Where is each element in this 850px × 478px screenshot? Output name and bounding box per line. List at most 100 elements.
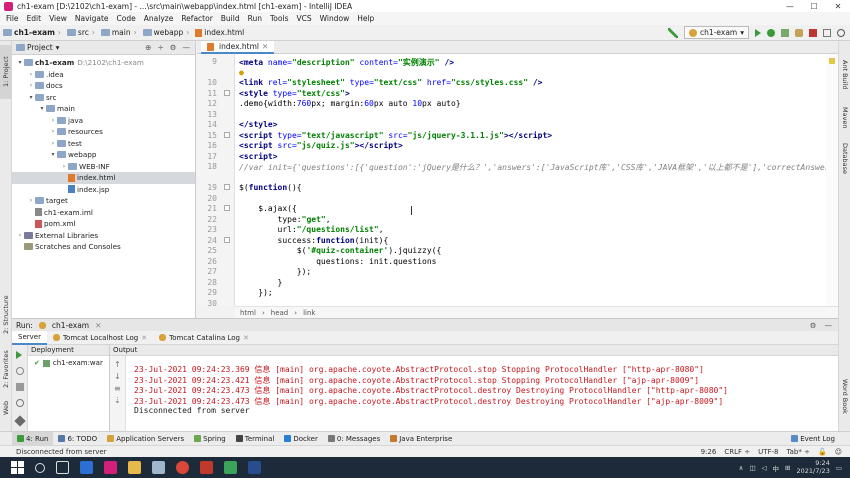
bottom-tab[interactable]: Java Enterprise — [385, 432, 457, 446]
tree-item[interactable]: › java — [12, 115, 195, 127]
hide-icon[interactable]: — — [825, 321, 833, 330]
wrap-icon[interactable]: ≡ — [114, 384, 121, 393]
code-line[interactable]: type:"get", — [239, 215, 331, 224]
run-config-selector[interactable]: ch1-exam ▾ — [684, 26, 749, 39]
code-editor[interactable]: <meta name="description" content="实例演示" … — [235, 54, 838, 306]
task-view-icon[interactable] — [56, 461, 69, 474]
code-line[interactable]: ● — [239, 68, 244, 77]
project-structure-icon[interactable] — [823, 28, 831, 37]
menu-analyze[interactable]: Analyze — [140, 14, 178, 23]
maximize-icon[interactable]: ☐ — [802, 0, 826, 12]
menu-navigate[interactable]: Navigate — [71, 14, 113, 23]
code-line[interactable]: <link rel="stylesheet" type="text/css" h… — [239, 78, 543, 87]
code-line[interactable]: $('#quiz-container').jquizzy({ — [239, 246, 442, 255]
locate-icon[interactable]: ⊕ — [145, 43, 151, 52]
breadcrumb-item[interactable]: main › — [100, 28, 140, 37]
chevron-down-icon[interactable]: ▾ — [49, 151, 57, 158]
bottom-tab[interactable]: Application Servers — [102, 432, 189, 446]
volume-icon[interactable]: ◁ — [762, 464, 767, 472]
chevron-right-icon[interactable]: › — [27, 82, 35, 89]
tree-item[interactable]: index.html — [12, 172, 195, 184]
tree-item[interactable]: › External Libraries — [12, 230, 195, 242]
app-icon-light[interactable] — [152, 461, 165, 474]
code-line[interactable]: url:"/questions/list", — [239, 225, 384, 234]
chevron-right-icon[interactable]: › — [16, 232, 24, 239]
tree-item[interactable]: › docs — [12, 80, 195, 92]
arrow-up-icon[interactable]: ↑ — [114, 360, 121, 369]
chevron-right-icon[interactable]: › — [27, 71, 35, 78]
build-hammer-icon[interactable] — [668, 27, 679, 38]
file-encoding[interactable]: UTF-8 — [758, 448, 778, 456]
breadcrumb-item[interactable]: ch1-exam › — [3, 28, 64, 37]
ime-indicator[interactable]: 中 — [773, 463, 780, 473]
gear-icon[interactable]: ⚙ — [810, 321, 817, 330]
menu-view[interactable]: View — [45, 14, 71, 23]
tool-tab-project[interactable]: 1: Project — [0, 45, 12, 99]
code-line[interactable]: }); — [239, 288, 272, 297]
chevron-down-icon[interactable]: ▾ — [38, 105, 46, 112]
editor-breadcrumb-item[interactable]: link — [303, 309, 315, 317]
menu-build[interactable]: Build — [217, 14, 244, 23]
code-line[interactable]: .demo{width:760px; margin:60px auto 10px… — [239, 99, 461, 108]
editor-breadcrumb-item[interactable]: head — [271, 309, 288, 317]
fold-marker-icon[interactable] — [224, 89, 230, 96]
menu-file[interactable]: File — [2, 14, 23, 23]
bottom-tab[interactable]: Spring — [189, 432, 231, 446]
lock-icon[interactable]: 🔓 — [818, 448, 827, 456]
app-icon-green[interactable] — [224, 461, 237, 474]
code-line[interactable]: $.ajax({ — [239, 204, 297, 213]
scroll-end-icon[interactable]: ⇣ — [114, 396, 121, 405]
search-icon[interactable] — [837, 28, 845, 37]
code-line[interactable]: } — [239, 278, 283, 287]
tree-item[interactable]: › resources — [12, 126, 195, 138]
search-icon[interactable] — [35, 462, 45, 473]
menu-refactor[interactable]: Refactor — [177, 14, 216, 23]
notification-icon[interactable]: ▭ — [836, 464, 842, 472]
chevron-right-icon[interactable]: › — [49, 140, 57, 147]
code-line[interactable]: }); — [239, 267, 311, 276]
hide-icon[interactable]: — — [183, 43, 191, 52]
tool-tab-web[interactable]: Web — [0, 397, 12, 419]
line-separator[interactable]: CRLF ÷ — [724, 448, 750, 456]
profiler-icon[interactable] — [795, 28, 803, 37]
editor-tab-index-html[interactable]: index.html ✕ — [201, 41, 275, 54]
fold-marker-icon[interactable] — [224, 131, 230, 138]
close-icon[interactable]: ✕ — [141, 334, 147, 342]
debug-icon[interactable] — [767, 28, 775, 37]
code-line[interactable]: <script> — [239, 152, 278, 161]
update-icon[interactable] — [16, 367, 24, 375]
ime-mode-icon[interactable]: ⊞ — [785, 464, 790, 472]
tree-item[interactable]: pom.xml — [12, 218, 195, 230]
indent-setting[interactable]: Tab* ÷ — [787, 448, 810, 456]
code-line[interactable]: //var init={'questions':[{'question':'jQ… — [239, 162, 829, 173]
tool-tab-ant-build[interactable]: Ant Build — [839, 53, 850, 97]
menu-window[interactable]: Window — [316, 14, 354, 23]
close-icon[interactable]: ✕ — [262, 42, 268, 51]
code-line[interactable]: </style> — [239, 120, 278, 129]
windows-start-icon[interactable] — [11, 461, 24, 474]
bottom-tab[interactable]: Terminal — [231, 432, 280, 446]
run-config-name[interactable]: ch1-exam — [52, 321, 89, 330]
tree-item[interactable]: Scratches and Consoles — [12, 241, 195, 253]
fold-marker-icon[interactable] — [224, 236, 230, 243]
code-line[interactable]: questions: init.questions — [239, 257, 436, 266]
tool-tab-word-book[interactable]: Word Book — [839, 373, 850, 419]
code-line[interactable]: success:function(init){ — [239, 236, 389, 245]
tree-item[interactable]: ▾ main — [12, 103, 195, 115]
menu-run[interactable]: Run — [244, 14, 266, 23]
menu-vcs[interactable]: VCS — [292, 14, 315, 23]
tree-item[interactable]: ch1-exam.iml — [12, 207, 195, 219]
menu-help[interactable]: Help — [353, 14, 378, 23]
collapse-icon[interactable]: ÷ — [157, 43, 163, 52]
close-icon[interactable]: ✕ — [243, 334, 249, 342]
chevron-down-icon[interactable]: ▾ — [16, 59, 24, 66]
chrome-icon[interactable] — [176, 461, 189, 474]
pin-icon[interactable] — [14, 415, 26, 427]
tree-item[interactable]: › target — [12, 195, 195, 207]
gear-icon[interactable]: ⚙ — [170, 43, 177, 52]
intellij-taskbar-icon[interactable] — [104, 461, 117, 474]
stop-icon[interactable] — [809, 28, 817, 37]
arrow-down-icon[interactable]: ↓ — [114, 372, 121, 381]
fold-marker-icon[interactable] — [224, 184, 230, 190]
file-explorer-icon[interactable] — [128, 461, 141, 474]
